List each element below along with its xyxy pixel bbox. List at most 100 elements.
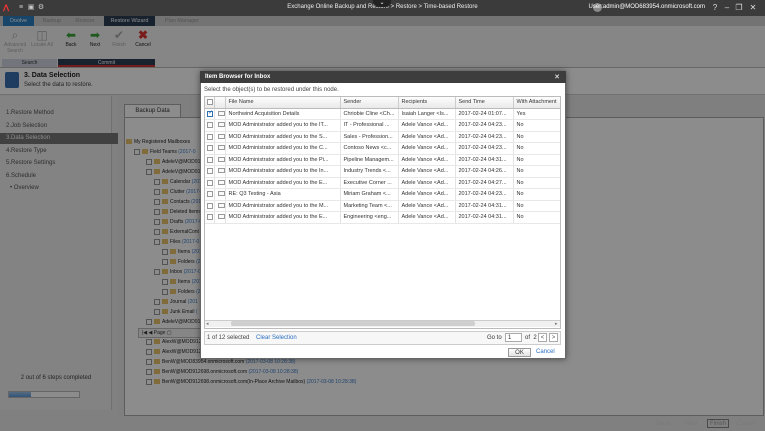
cell-recipients: Adele Vance <Ad... xyxy=(398,154,456,166)
col-with-attachment[interactable]: With Attachment xyxy=(513,97,560,109)
row-checkbox[interactable] xyxy=(207,122,213,129)
row-select-cell[interactable] xyxy=(205,200,215,212)
table-row[interactable]: MOD Administrator added you to the Pi...… xyxy=(205,154,560,166)
select-all-checkbox[interactable] xyxy=(207,99,213,106)
cell-with-attachment: Yes xyxy=(513,108,560,120)
prev-page-button[interactable]: < xyxy=(538,333,547,342)
cell-sender: Pipeline Managem... xyxy=(340,154,399,166)
row-icon-cell xyxy=(214,119,226,132)
of-label: of xyxy=(525,335,531,341)
cell-file-name: MOD Administrator added you to the S... xyxy=(225,131,341,143)
row-select-cell[interactable] xyxy=(205,211,215,224)
table-row[interactable]: MOD Administrator added you to the S... S… xyxy=(205,131,560,143)
icon-column-header xyxy=(214,97,226,109)
row-checkbox[interactable] xyxy=(207,133,213,140)
close-window-icon[interactable]: ✕ xyxy=(748,3,758,13)
cell-with-attachment: No xyxy=(513,154,560,166)
cell-recipients: Adele Vance <Ad... xyxy=(398,165,456,178)
row-select-cell[interactable] xyxy=(205,154,215,166)
collapse-ribbon-icon[interactable]: ⌄ xyxy=(373,0,391,7)
cell-with-attachment: No xyxy=(513,177,560,189)
cell-sender: Marketing Team <... xyxy=(340,200,399,212)
col-file-name[interactable]: File Name xyxy=(225,97,341,109)
page-of-label: of 2 xyxy=(525,335,537,341)
cell-with-attachment: No xyxy=(513,119,560,132)
page-number-input[interactable]: 1 xyxy=(505,333,522,342)
row-select-cell[interactable] xyxy=(205,177,215,189)
row-checkbox[interactable] xyxy=(207,179,213,186)
cell-file-name: RE: Q3 Testing - Asia xyxy=(225,188,341,201)
grid-body: Northwind Acquisition DetailsChriobie Cl… xyxy=(205,108,560,224)
dialog-title: Item Browser for Inbox xyxy=(200,71,566,83)
cell-send-time: 2017-02-24 01:07... xyxy=(455,108,514,120)
cell-send-time: 2017-02-24 04:27... xyxy=(455,177,514,189)
cell-file-name: MOD Administrator added you to the E... xyxy=(225,211,341,224)
dialog-close-icon[interactable]: ✕ xyxy=(552,73,562,82)
cell-sender: Miriam Graham <... xyxy=(340,188,399,201)
table-row[interactable]: MOD Administrator added you to the E... E… xyxy=(205,177,560,189)
table-row[interactable]: MOD Administrator added you to the M... M… xyxy=(205,200,560,212)
table-row[interactable]: MOD Administrator added you to the IT...… xyxy=(205,119,560,132)
col-send-time[interactable]: Send Time xyxy=(455,97,514,109)
user-account-label[interactable]: User:admin@MOD683954.onmicrosoft.com xyxy=(589,4,705,10)
cell-recipients: Isaiah Langer <Is... xyxy=(398,108,456,120)
help-icon[interactable]: ? xyxy=(710,3,720,13)
scroll-right-icon[interactable]: ▸ xyxy=(555,321,558,327)
row-select-cell[interactable] xyxy=(205,131,215,143)
row-checkbox[interactable] xyxy=(207,214,213,221)
clear-selection-link[interactable]: Clear Selection xyxy=(256,335,297,341)
row-checkbox[interactable] xyxy=(207,202,213,209)
minimize-icon[interactable]: – xyxy=(722,3,732,13)
cell-recipients: Adele Vance <Ad... xyxy=(398,119,456,132)
row-select-cell[interactable] xyxy=(205,188,215,201)
selection-count: 1 of 12 selected xyxy=(207,335,250,341)
scrollbar-thumb[interactable] xyxy=(231,321,475,326)
row-icon-cell xyxy=(214,177,226,189)
row-select-cell[interactable] xyxy=(205,119,215,132)
cell-sender: Chriobie Cline <Ch... xyxy=(340,108,399,120)
dialog-instruction: Select the object(s) to be restored unde… xyxy=(204,87,339,93)
table-row[interactable]: MOD Administrator added you to the E... E… xyxy=(205,211,560,224)
cell-send-time: 2017-02-24 04:31... xyxy=(455,154,514,166)
cell-send-time: 2017-02-24 04:23... xyxy=(455,131,514,143)
row-select-cell[interactable] xyxy=(205,165,215,178)
table-row[interactable]: MOD Administrator added you to the C... C… xyxy=(205,142,560,155)
cell-sender: Executive Corner ... xyxy=(340,177,399,189)
row-checkbox[interactable] xyxy=(207,109,213,117)
cell-recipients: Adele Vance <Ad... xyxy=(398,211,456,224)
row-icon-cell xyxy=(214,211,226,224)
row-checkbox[interactable] xyxy=(207,156,213,163)
col-recipients[interactable]: Recipients xyxy=(398,97,456,109)
row-checkbox[interactable] xyxy=(207,168,213,175)
select-all-header[interactable] xyxy=(205,97,215,109)
table-row[interactable]: Northwind Acquisition DetailsChriobie Cl… xyxy=(205,108,560,120)
total-pages: 2 xyxy=(533,335,537,341)
row-icon-cell xyxy=(214,131,226,143)
table-row[interactable]: RE: Q3 Testing - Asia Miriam Graham <... A… xyxy=(205,188,560,201)
mail-icon xyxy=(217,156,224,162)
mail-icon xyxy=(217,179,224,185)
cell-with-attachment: No xyxy=(513,142,560,155)
col-sender[interactable]: Sender xyxy=(340,97,399,109)
row-select-cell[interactable] xyxy=(205,142,215,155)
row-checkbox[interactable] xyxy=(207,145,213,152)
table-row[interactable]: MOD Administrator added you to the In...… xyxy=(205,165,560,178)
row-icon-cell xyxy=(214,154,226,166)
ok-button[interactable]: OK xyxy=(508,348,531,357)
next-page-button[interactable]: > xyxy=(549,333,558,342)
cell-sender: IT - Professional ... xyxy=(340,119,399,132)
dialog-cancel-button[interactable]: Cancel xyxy=(536,349,555,355)
row-icon-cell xyxy=(214,108,226,120)
cell-with-attachment: No xyxy=(513,211,560,224)
restore-window-icon[interactable]: ❐ xyxy=(734,3,744,13)
scroll-left-icon[interactable]: ◂ xyxy=(206,321,209,327)
row-checkbox[interactable] xyxy=(207,191,213,198)
cell-file-name: MOD Administrator added you to the IT... xyxy=(225,119,341,132)
cell-with-attachment: No xyxy=(513,165,560,178)
row-select-cell[interactable] xyxy=(205,108,215,120)
cell-recipients: Adele Vance <Ad... xyxy=(398,142,456,155)
cell-recipients: Adele Vance <Ad... xyxy=(398,200,456,212)
cell-sender: Engineering <eng... xyxy=(340,211,399,224)
cell-file-name: MOD Administrator added you to the Pi... xyxy=(225,154,341,166)
row-icon-cell xyxy=(214,142,226,155)
